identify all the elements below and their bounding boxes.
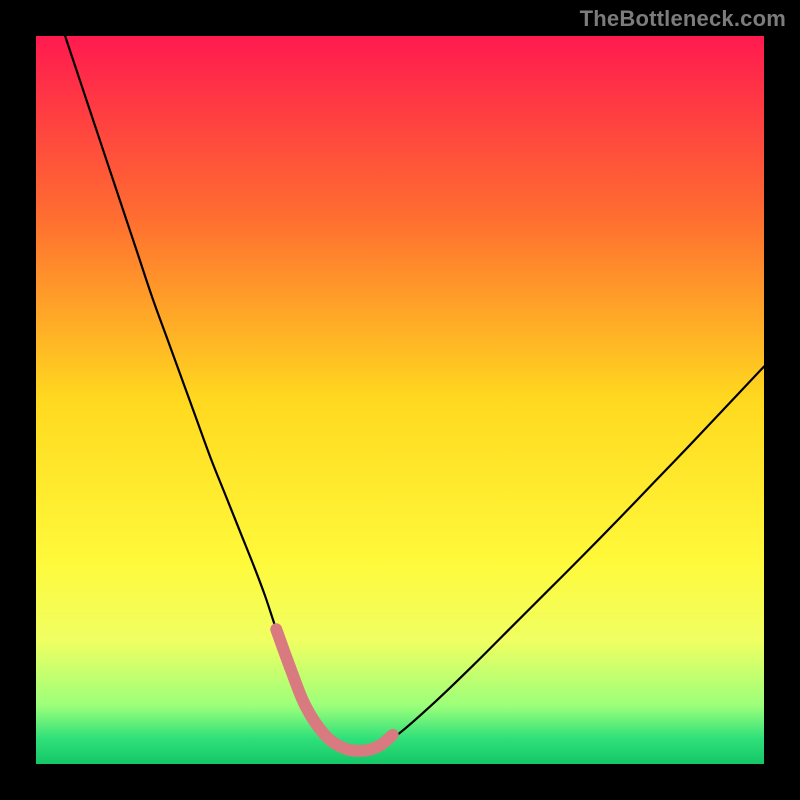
bottleneck-chart <box>36 36 764 764</box>
watermark-label: TheBottleneck.com <box>580 6 786 32</box>
plot-area <box>36 36 764 764</box>
chart-frame: TheBottleneck.com <box>0 0 800 800</box>
gradient-background <box>36 36 764 764</box>
